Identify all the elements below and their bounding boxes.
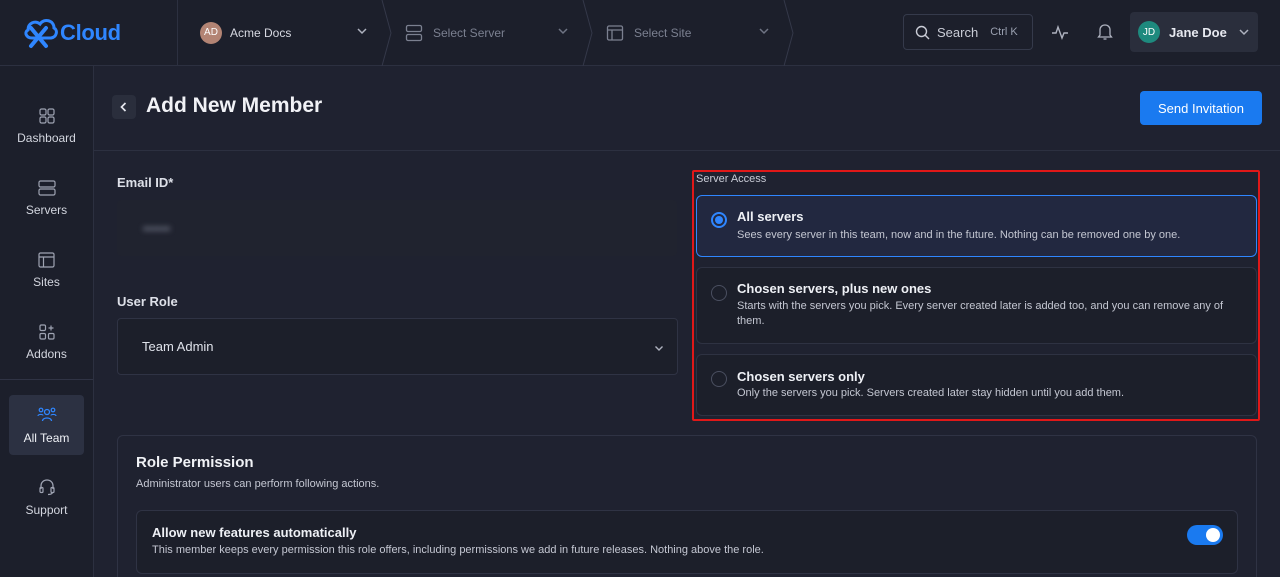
breadcrumb-site-label: Select Site <box>634 25 692 40</box>
bell-icon[interactable] <box>1097 22 1113 42</box>
search-icon <box>915 25 930 39</box>
page-title: Add New Member <box>146 94 323 117</box>
option-description: Sees every server in this team, now and … <box>737 229 1181 241</box>
sidebar-item-label: Sites <box>33 274 60 289</box>
top-bar: Cloud AD Acme Docs Select Server Select … <box>0 0 1280 66</box>
page-header: Add New Member Send Invitation <box>94 66 1280 151</box>
role-permission-card: Role Permission Administrator users can … <box>117 435 1257 577</box>
role-label: User Role <box>117 294 178 309</box>
server-access-option-chosen-only[interactable]: Chosen servers only Only the servers you… <box>696 354 1257 416</box>
sidebar-item-servers[interactable]: Servers <box>9 168 84 228</box>
server-icon <box>37 179 56 196</box>
send-invitation-button[interactable]: Send Invitation <box>1140 91 1262 125</box>
sidebar-item-label: Support <box>25 502 68 517</box>
role-value: Team Admin <box>142 339 214 354</box>
breadcrumb-server-label: Select Server <box>433 25 506 40</box>
cloud-logo-icon <box>24 18 58 48</box>
option-title: Chosen servers, plus new ones <box>737 281 932 296</box>
sidebar-item-label: Servers <box>25 202 68 217</box>
server-icon <box>405 24 423 41</box>
breadcrumb-workspace[interactable]: AD Acme Docs <box>178 0 392 66</box>
brand-name: Cloud <box>60 19 121 45</box>
breadcrumb-site[interactable]: Select Site <box>584 0 794 66</box>
sidebar-divider <box>0 379 93 380</box>
radio-button[interactable] <box>711 285 727 301</box>
breadcrumb-server[interactable]: Select Server <box>383 0 593 66</box>
sidebar-item-dashboard[interactable]: Dashboard <box>9 96 84 156</box>
breadcrumb-divider <box>783 0 794 66</box>
sidebar-item-label: All Team <box>23 430 70 445</box>
dashboard-icon <box>38 107 55 124</box>
avatar: JD <box>1138 21 1160 43</box>
breadcrumb-workspace-label: Acme Docs <box>230 25 292 40</box>
role-select[interactable]: Team Admin <box>117 318 678 375</box>
server-access-option-all[interactable]: All servers Sees every server in this te… <box>696 195 1257 257</box>
server-access-label: Server Access <box>696 173 767 185</box>
chevron-left-icon <box>120 102 127 112</box>
sidebar-item-label: Dashboard <box>17 130 76 145</box>
option-title: Chosen servers only <box>737 369 865 384</box>
chevron-down-icon <box>357 27 367 34</box>
sidebar-item-addons[interactable]: Addons <box>9 312 84 372</box>
search-button[interactable]: Search Ctrl K <box>903 14 1033 50</box>
user-name: Jane Doe <box>1169 24 1227 40</box>
server-access-option-chosen-plus-new[interactable]: Chosen servers, plus new ones Starts wit… <box>696 267 1257 344</box>
addons-icon <box>38 323 55 340</box>
user-menu[interactable]: JD Jane Doe <box>1130 12 1258 52</box>
permission-item: Allow new features automatically This me… <box>136 510 1238 574</box>
chevron-down-icon <box>558 27 568 34</box>
sidebar: Dashboard Servers Sites Addons All Team … <box>0 66 94 577</box>
activity-icon[interactable] <box>1051 22 1069 42</box>
team-icon <box>36 407 57 421</box>
headset-icon <box>38 478 55 495</box>
back-button[interactable] <box>112 95 136 119</box>
search-shortcut: Ctrl K <box>990 26 1018 38</box>
radio-button[interactable] <box>711 371 727 387</box>
option-title: All servers <box>737 209 804 224</box>
permission-title: Allow new features automatically <box>152 525 357 540</box>
role-permission-title: Role Permission <box>136 454 254 471</box>
option-description: Starts with the servers you pick. Every … <box>737 300 1224 327</box>
sidebar-item-support[interactable]: Support <box>9 467 84 527</box>
site-icon <box>38 251 55 268</box>
email-field[interactable]: •••••• <box>117 200 677 256</box>
brand-logo[interactable]: Cloud <box>0 0 178 66</box>
site-icon <box>606 24 624 41</box>
radio-button[interactable] <box>711 212 727 228</box>
email-label: Email ID* <box>117 175 174 190</box>
sidebar-item-label: Addons <box>26 346 67 361</box>
search-label: Search <box>937 24 979 40</box>
email-value: •••••• <box>143 220 171 236</box>
chevron-down-icon <box>759 27 769 34</box>
workspace-avatar: AD <box>200 21 222 44</box>
sidebar-item-all-team[interactable]: All Team <box>9 395 84 455</box>
chevron-down-icon <box>1239 29 1249 36</box>
auto-features-toggle[interactable] <box>1187 525 1223 545</box>
permission-description: This member keeps every permission this … <box>152 544 764 556</box>
role-permission-subtitle: Administrator users can perform followin… <box>136 478 380 490</box>
sidebar-item-sites[interactable]: Sites <box>9 240 84 300</box>
option-description: Only the servers you pick. Servers creat… <box>737 387 1125 399</box>
chevron-down-icon <box>655 346 663 351</box>
